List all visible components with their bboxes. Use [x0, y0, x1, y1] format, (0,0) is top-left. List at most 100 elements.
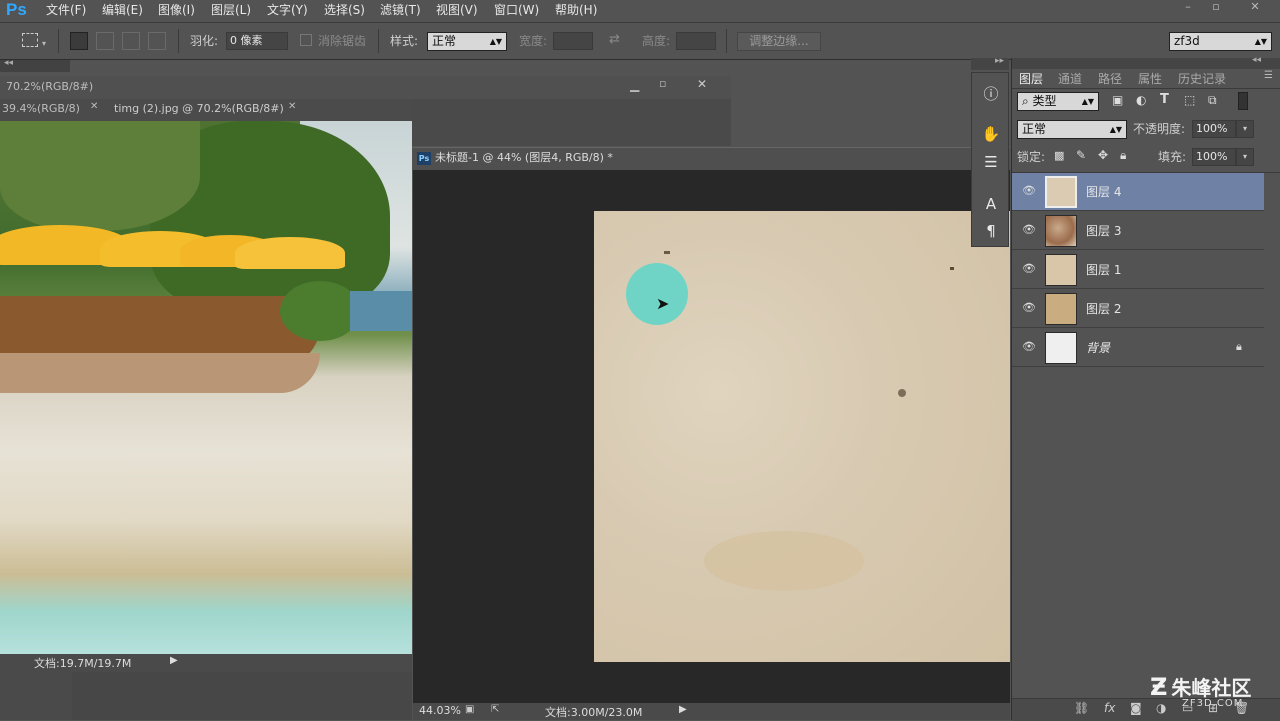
tools-collapse-bar[interactable]: ▸▸ [971, 56, 1009, 70]
status-arrow-icon[interactable]: ▶ [170, 655, 178, 666]
filter-smart-icon[interactable]: ⧉ [1208, 93, 1217, 108]
collapse-icon[interactable]: ◂◂ [1252, 55, 1261, 65]
menu-file[interactable]: 文件(F) [46, 2, 86, 19]
export-icon[interactable]: ⇱ [491, 704, 499, 715]
doc2-zoom[interactable]: 44.03% [419, 704, 461, 717]
layer-row-3[interactable]: 👁︎ 图层 3 [1012, 212, 1264, 250]
filter-pixel-icon[interactable]: ▣ [1112, 93, 1123, 107]
doc1-titlebar[interactable]: 70.2%(RGB/8#) ▁ ▫ ✕ [0, 76, 731, 99]
chevron-down-icon[interactable]: ▾ [42, 39, 46, 48]
tab-properties[interactable]: 属性 [1138, 71, 1162, 87]
watermark-logo: Ƶ 朱峰社区 [1150, 673, 1251, 701]
lock-transparent-icon[interactable]: ▩ [1054, 149, 1064, 162]
menu-help[interactable]: 帮助(H) [555, 2, 597, 19]
eye-icon[interactable]: 👁︎ [1021, 261, 1037, 277]
adjustments-icon[interactable]: ☰ [978, 151, 1004, 173]
swap-icon[interactable]: ⇄ [609, 32, 620, 48]
collapse-icon[interactable]: ◂◂ [4, 58, 13, 68]
minimize-button[interactable]: – [1177, 0, 1199, 14]
opacity-dropdown-icon[interactable]: ▾ [1236, 120, 1254, 138]
doc1-close-button[interactable]: ✕ [697, 77, 707, 91]
filter-toggle[interactable] [1238, 92, 1248, 110]
width-input[interactable] [553, 32, 593, 50]
feather-label: 羽化: [190, 34, 219, 48]
blend-mode-dropdown[interactable]: 正常 ▲▼ [1017, 120, 1127, 139]
lock-paint-icon[interactable]: ✎ [1076, 148, 1086, 162]
brush-presets-icon[interactable]: ✋ [978, 123, 1004, 145]
layer-row-1[interactable]: 👁︎ 图层 1 [1012, 251, 1264, 289]
filter-adjust-icon[interactable]: ◐ [1136, 93, 1146, 107]
layer-filter-dropdown[interactable]: ⌕ 类型 ▲▼ [1017, 92, 1099, 111]
feather-input[interactable]: 0 像素 [226, 32, 288, 50]
eye-icon[interactable]: 👁︎ [1021, 339, 1037, 355]
tab-paths[interactable]: 路径 [1098, 71, 1122, 87]
tab-close-icon[interactable]: ✕ [288, 101, 296, 112]
height-label: 高度: [642, 34, 671, 48]
filter-shape-icon[interactable]: ⬚ [1184, 93, 1195, 107]
doc-tab-b[interactable]: timg (2).jpg @ 70.2%(RGB/8#) [114, 99, 284, 119]
menu-view[interactable]: 视图(V) [436, 2, 478, 19]
panel-collapse-bar[interactable]: ◂◂ [1012, 55, 1280, 69]
filter-type-icon[interactable]: T [1160, 92, 1169, 107]
restore-button[interactable]: ▫ [1205, 0, 1227, 14]
doc1-minimize-button[interactable]: ▁ [630, 78, 639, 92]
eye-icon[interactable]: 👁︎ [1021, 183, 1037, 199]
tab-close-icon[interactable]: ✕ [90, 101, 98, 112]
fx-icon[interactable]: fx [1104, 701, 1115, 715]
eye-icon[interactable]: 👁︎ [1021, 222, 1037, 238]
lock-all-icon[interactable]: 🔒︎ [1120, 148, 1126, 163]
menu-type[interactable]: 文字(Y) [267, 2, 308, 19]
style-dropdown[interactable]: 正常 ▲▼ [427, 32, 507, 51]
menu-window[interactable]: 窗口(W) [494, 2, 539, 19]
marquee-tool-icon[interactable] [22, 33, 38, 47]
add-selection-icon[interactable] [96, 32, 114, 50]
lock-move-icon[interactable]: ✥ [1098, 148, 1108, 162]
layer-name[interactable]: 图层 3 [1086, 223, 1121, 239]
new-selection-icon[interactable] [70, 32, 88, 50]
mask-icon[interactable]: ◙ [1130, 701, 1142, 715]
menu-select[interactable]: 选择(S) [324, 2, 365, 19]
status-arrow-icon[interactable]: ▶ [679, 704, 687, 715]
eye-icon[interactable]: 👁︎ [1021, 300, 1037, 316]
info-icon[interactable]: ⓘ [978, 83, 1004, 105]
subtract-selection-icon[interactable] [122, 32, 140, 50]
workspace-dropdown[interactable]: zf3d ▲▼ [1169, 32, 1272, 51]
opacity-label: 不透明度: [1133, 122, 1186, 136]
tab-layers[interactable]: 图层 [1019, 71, 1043, 87]
layer-row-4[interactable]: 👁︎ 图层 4 [1012, 173, 1264, 211]
fill-dropdown-icon[interactable]: ▾ [1236, 148, 1254, 166]
expand-icon[interactable]: ▸▸ [995, 56, 1004, 66]
watermark-z-icon: Ƶ [1150, 673, 1168, 701]
adjustment-icon[interactable]: ◑ [1156, 701, 1166, 715]
layer-name[interactable]: 图层 1 [1086, 262, 1121, 278]
link-icon[interactable]: ⛓ [1074, 701, 1089, 715]
refine-edge-button[interactable]: 调整边缘... [737, 32, 821, 51]
close-button[interactable]: ✕ [1244, 0, 1266, 14]
opacity-input[interactable]: 100% [1192, 120, 1236, 138]
paragraph-icon[interactable]: ¶ [978, 220, 1004, 242]
intersect-selection-icon[interactable] [148, 32, 166, 50]
collapsed-panel-strip[interactable]: ◂◂ [0, 58, 70, 72]
character-icon[interactable]: A [978, 193, 1004, 215]
menu-layer[interactable]: 图层(L) [211, 2, 251, 19]
layer-name[interactable]: 图层 4 [1086, 184, 1121, 200]
doc-tab-a[interactable]: 39.4%(RGB/8) [2, 99, 80, 119]
divider [58, 29, 59, 53]
layer-name[interactable]: 背景 [1086, 340, 1110, 356]
menu-image[interactable]: 图像(I) [158, 2, 195, 19]
antialias-checkbox[interactable] [300, 34, 312, 46]
layer-name[interactable]: 图层 2 [1086, 301, 1121, 317]
menu-filter[interactable]: 滤镜(T) [380, 2, 421, 19]
doc2-titlebar[interactable]: Ps 未标题-1 @ 44% (图层4, RGB/8) * [413, 147, 1010, 170]
panel-menu-icon[interactable]: ☰ [1264, 70, 1273, 81]
layer-thumbnail [1045, 332, 1077, 364]
menu-edit[interactable]: 编辑(E) [102, 2, 143, 19]
height-input[interactable] [676, 32, 716, 50]
fill-input[interactable]: 100% [1192, 148, 1236, 166]
timeline-icon[interactable]: ▣ [465, 704, 474, 715]
doc1-maximize-button[interactable]: ▫ [659, 77, 666, 90]
tab-channels[interactable]: 通道 [1058, 71, 1082, 87]
layer-row-background[interactable]: 👁︎ 背景 🔒︎ [1012, 329, 1264, 367]
tab-history[interactable]: 历史记录 [1178, 71, 1226, 87]
layer-row-2[interactable]: 👁︎ 图层 2 [1012, 290, 1264, 328]
